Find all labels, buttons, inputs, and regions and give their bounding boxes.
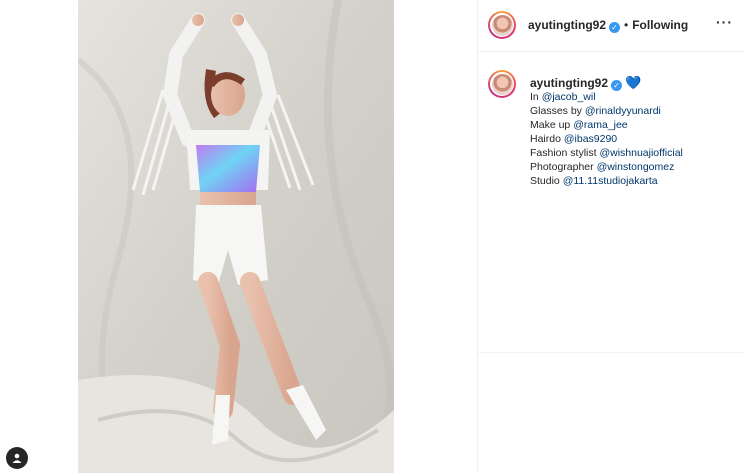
caption-avatar[interactable] [488, 70, 516, 98]
more-options-icon[interactable]: ··· [716, 14, 733, 30]
following-button[interactable]: Following [632, 18, 688, 32]
verified-badge-icon: ✓ [609, 22, 621, 33]
panel-divider [477, 0, 478, 473]
mention-link[interactable]: @winstongomez [597, 161, 675, 173]
caption-line: Hairdo @ibas9290 [530, 133, 618, 145]
header-divider [478, 51, 745, 52]
mention-link[interactable]: @11.11studiojakarta [563, 175, 658, 187]
caption-line: Studio @11.11studiojakarta [530, 175, 658, 187]
separator-dot: • [624, 18, 629, 32]
caption-line: Make up @rama_jee [530, 119, 628, 131]
post-image [78, 0, 394, 473]
blue-heart-icon: 💙 [625, 75, 642, 90]
post-photo[interactable] [78, 0, 394, 473]
mention-link[interactable]: @ibas9290 [564, 133, 617, 145]
caption-username[interactable]: ayutingting92 [530, 76, 608, 90]
header-user-line: ayutingting92 ✓ • Following [528, 18, 688, 33]
header-username[interactable]: ayutingting92 [528, 18, 606, 32]
avatar[interactable] [488, 11, 516, 39]
profile-button[interactable] [6, 447, 28, 469]
mention-link[interactable]: @rama_jee [573, 119, 627, 131]
caption-line: In @jacob_wil [530, 91, 596, 103]
mention-link[interactable]: @rinaldyyunardi [585, 105, 661, 117]
mention-link[interactable]: @wishnuajiofficial [599, 147, 682, 159]
caption-text: In @jacob_wil Glasses by @rinaldyyunardi… [530, 90, 683, 188]
mention-link[interactable]: @jacob_wil [542, 91, 596, 103]
post-header: ayutingting92 ✓ • Following ··· [478, 0, 745, 51]
caption-line: Fashion stylist @wishnuajiofficial [530, 147, 683, 159]
caption-line: Glasses by @rinaldyyunardi [530, 105, 661, 117]
comments-divider [478, 352, 745, 353]
caption-line: Photographer @winstongomez [530, 161, 675, 173]
user-icon [12, 453, 22, 463]
